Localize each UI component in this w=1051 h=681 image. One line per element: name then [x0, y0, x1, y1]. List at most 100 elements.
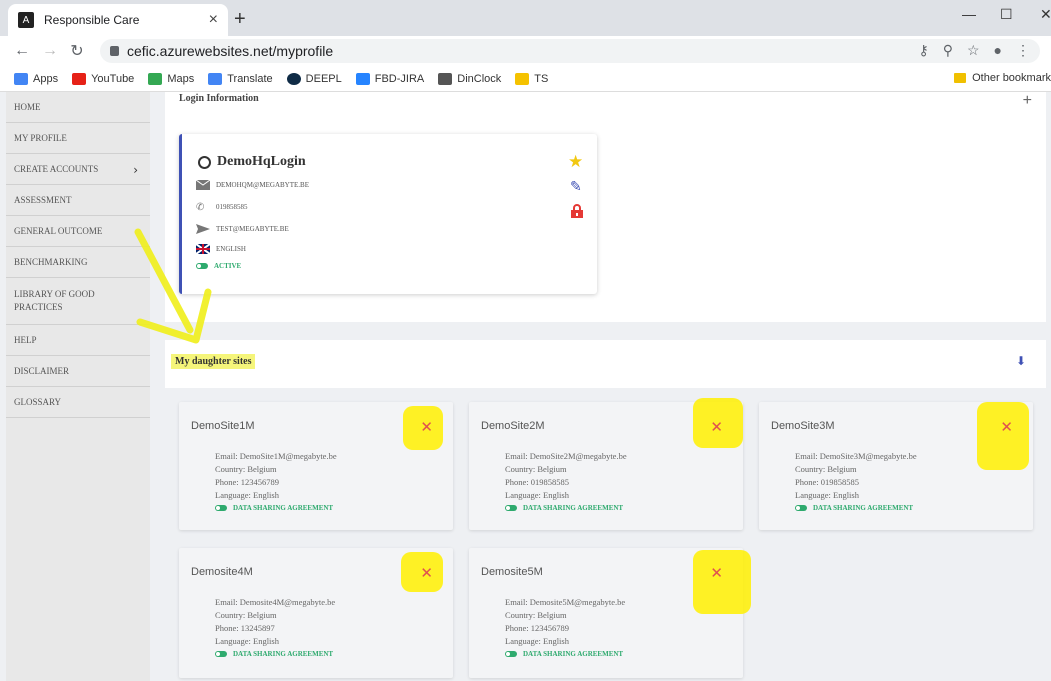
site-details: Email: DemoSite1M@megabyte.be Country: B… [215, 451, 337, 500]
data-sharing-agreement: DATA SHARING AGREEMENT [795, 504, 913, 512]
tab-strip: A Responsible Care × + — ☐ ✕ [0, 0, 1051, 36]
angular-favicon-icon: A [18, 12, 34, 28]
download-icon[interactable]: ⬇ [1016, 354, 1026, 368]
bookmark-youtube[interactable]: YouTube [72, 72, 134, 85]
menu-icon[interactable]: ⋮ [1016, 42, 1030, 59]
address-bar[interactable]: cefic.azurewebsites.net/myprofile ⚷ ⚲ ☆ … [100, 39, 1040, 63]
data-sharing-agreement: DATA SHARING AGREEMENT [505, 504, 623, 512]
browser-chrome: A Responsible Care × + — ☐ ✕ ← → ↻ cefic… [0, 0, 1051, 92]
hourglass-icon [438, 72, 453, 85]
sidebar-item-library[interactable]: LIBRARY OF GOOD PRACTICES [6, 278, 150, 325]
yellow-highlight [693, 550, 751, 614]
site-details: Email: Demosite5M@megabyte.be Country: B… [505, 597, 626, 646]
site-card: Demosite4M ✕ Email: Demosite4M@megabyte.… [179, 548, 453, 678]
other-bookmarks[interactable]: Other bookmark [954, 72, 1051, 84]
sidebar-item-create-accounts[interactable]: CREATE ACCOUNTS › [6, 154, 150, 185]
bookmark-translate[interactable]: Translate [208, 72, 273, 85]
forward-icon[interactable]: → [42, 42, 58, 60]
sidebar-item-disclaimer[interactable]: DISCLAIMER [6, 356, 150, 387]
login-info-title: Login Information [179, 93, 259, 104]
sidebar-item-glossary[interactable]: GLOSSARY [6, 387, 150, 418]
active-toggle-icon[interactable] [196, 263, 208, 269]
bookmark-ts[interactable]: TS [515, 72, 548, 85]
app-area: HOME MY PROFILE CREATE ACCOUNTS › ASSESSM… [0, 92, 1051, 681]
sidebar-item-assessment[interactable]: ASSESSMENT [6, 185, 150, 216]
delete-site-icon[interactable]: ✕ [420, 564, 433, 582]
login-info-panel: Login Information + DemoHqLogin DEMOHQM@… [165, 92, 1046, 322]
data-sharing-agreement: DATA SHARING AGREEMENT [215, 650, 333, 658]
account-circle-icon [198, 155, 211, 169]
bookmark-maps[interactable]: Maps [148, 72, 194, 85]
reload-icon[interactable]: ↻ [70, 41, 84, 61]
bookmark-fbd-jira[interactable]: FBD-JIRA [355, 72, 424, 85]
daughter-sites-panel: My daughter sites ⬇ DemoSite1M ✕ Email: … [165, 340, 1046, 681]
ts-icon [515, 72, 530, 85]
new-tab-icon[interactable]: + [234, 8, 246, 31]
login-email: DEMOHQM@MEGABYTE.BE [196, 180, 309, 190]
delete-site-icon[interactable]: ✕ [420, 418, 433, 436]
url-text: cefic.azurewebsites.net/myprofile [127, 43, 334, 59]
site-details: Email: Demosite4M@megabyte.be Country: B… [215, 597, 336, 646]
site-name: DemoSite2M [481, 420, 545, 432]
yellow-highlight [977, 402, 1029, 470]
delete-site-icon[interactable]: ✕ [710, 564, 723, 582]
site-name: Demosite4M [191, 566, 253, 578]
profile-icon[interactable]: ● [994, 42, 1002, 59]
site-card: DemoSite2M ✕ Email: DemoSite2M@megabyte.… [469, 398, 743, 530]
tab-title: Responsible Care [44, 13, 140, 27]
login-card: DemoHqLogin DEMOHQM@MEGABYTE.BE ✆ 0198585… [179, 134, 597, 294]
agreement-toggle-icon[interactable] [215, 651, 227, 657]
site-details: Email: DemoSite3M@megabyte.be Country: B… [795, 451, 917, 500]
zoom-icon[interactable]: ⚲ [943, 42, 953, 59]
bookmark-deepl[interactable]: DEEPL [286, 72, 342, 85]
apps-grid-icon [14, 72, 28, 85]
bookmarks-bar: Apps YouTube Maps Translate DEEPL FBD-JI… [0, 66, 1051, 92]
add-icon[interactable]: + [1023, 92, 1032, 110]
bookmark-dinclock[interactable]: DinClock [438, 72, 501, 85]
sidebar-item-general-outcome[interactable]: GENERAL OUTCOME [6, 216, 150, 247]
send-icon [196, 224, 210, 234]
minimize-icon[interactable]: — [962, 6, 976, 22]
folder-icon [954, 73, 967, 83]
agreement-toggle-icon[interactable] [505, 651, 517, 657]
chevron-right-icon: › [133, 163, 138, 177]
browser-tab[interactable]: A Responsible Care × [8, 4, 228, 36]
back-icon[interactable]: ← [14, 42, 30, 60]
site-card: DemoSite1M ✕ Email: DemoSite1M@megabyte.… [179, 402, 453, 530]
site-name: Demosite5M [481, 566, 543, 578]
edit-pencil-icon[interactable]: ✎ [570, 178, 582, 195]
site-card: DemoSite3M ✕ Email: DemoSite3M@megabyte.… [759, 402, 1033, 530]
sidebar: HOME MY PROFILE CREATE ACCOUNTS › ASSESSM… [6, 92, 150, 681]
close-tab-icon[interactable]: × [209, 11, 218, 29]
delete-site-icon[interactable]: ✕ [710, 418, 723, 436]
sidebar-item-my-profile[interactable]: MY PROFILE [6, 123, 150, 154]
youtube-icon [72, 72, 87, 85]
agreement-toggle-icon[interactable] [795, 505, 807, 511]
agreement-toggle-icon[interactable] [215, 505, 227, 511]
site-card: Demosite5M ✕ Email: Demosite5M@megabyte.… [469, 548, 751, 678]
bookmark-star-icon[interactable]: ☆ [967, 42, 980, 59]
sidebar-item-home[interactable]: HOME [6, 92, 150, 123]
bookmark-apps[interactable]: Apps [14, 72, 58, 85]
site-details: Email: DemoSite2M@megabyte.be Country: B… [505, 451, 627, 500]
close-window-icon[interactable]: ✕ [1040, 6, 1051, 23]
maximize-icon[interactable]: ☐ [1000, 6, 1013, 23]
data-sharing-agreement: DATA SHARING AGREEMENT [505, 650, 623, 658]
site-name: DemoSite3M [771, 420, 835, 432]
daughter-sites-title: My daughter sites [171, 354, 256, 369]
uk-flag-icon [196, 244, 210, 254]
phone-icon: ✆ [196, 202, 205, 213]
translate-icon [208, 72, 223, 85]
agreement-toggle-icon[interactable] [505, 505, 517, 511]
login-phone: ✆ 019858585 [196, 202, 248, 213]
login-status: ACTIVE [196, 262, 241, 270]
data-sharing-agreement: DATA SHARING AGREEMENT [215, 504, 333, 512]
star-icon[interactable]: ★ [568, 152, 583, 172]
lock-red-icon[interactable] [570, 204, 584, 218]
lock-icon [110, 46, 119, 56]
browser-toolbar: ← → ↻ cefic.azurewebsites.net/myprofile … [0, 36, 1051, 66]
sidebar-item-help[interactable]: HELP [6, 325, 150, 356]
key-icon[interactable]: ⚷ [918, 42, 928, 59]
delete-site-icon[interactable]: ✕ [1000, 418, 1013, 436]
sidebar-item-benchmarking[interactable]: BENCHMARKING [6, 247, 150, 278]
